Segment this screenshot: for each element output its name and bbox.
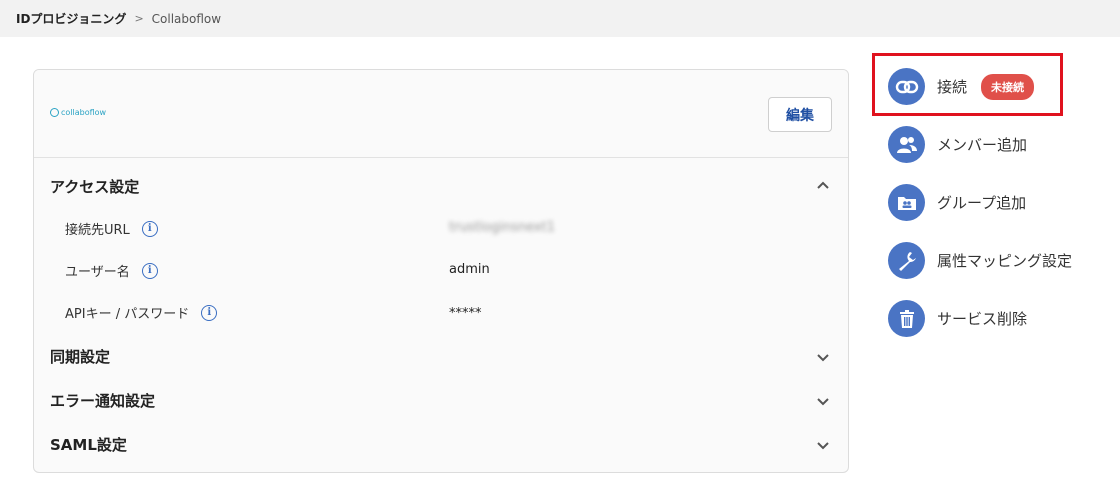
- group-folder-icon: [888, 184, 925, 221]
- connect-highlight-frame: [872, 53, 1063, 116]
- add-member-action[interactable]: メンバー追加: [888, 126, 1027, 163]
- field-username: ユーザー名 i: [65, 261, 158, 280]
- card-header: collaboflow 編集: [34, 70, 848, 158]
- field-url: 接続先URL i: [65, 219, 158, 238]
- add-group-action[interactable]: グループ追加: [888, 184, 1026, 221]
- delete-service-action[interactable]: サービス削除: [888, 300, 1027, 337]
- add-group-label: グループ追加: [937, 194, 1027, 212]
- attribute-mapping-action[interactable]: 属性マッピング設定: [888, 242, 1072, 279]
- chevron-down-icon[interactable]: [816, 351, 830, 365]
- edit-button[interactable]: 編集: [768, 97, 832, 132]
- chevron-up-icon[interactable]: [816, 178, 830, 192]
- wrench-icon: [888, 242, 925, 279]
- breadcrumb-separator: >: [134, 12, 144, 25]
- field-url-value: trustloginsnext1: [449, 220, 556, 235]
- field-username-value: admin: [449, 262, 490, 277]
- field-api-key-value: *****: [449, 306, 482, 321]
- chevron-down-icon[interactable]: [816, 395, 830, 409]
- delete-service-label: サービス削除: [937, 310, 1028, 328]
- field-url-label: 接続先URL: [65, 223, 130, 238]
- logo-text: collaboflow: [61, 108, 107, 117]
- chevron-down-icon[interactable]: [816, 439, 830, 453]
- section-saml-settings[interactable]: SAML設定: [50, 434, 127, 455]
- section-sync-settings[interactable]: 同期設定: [50, 346, 110, 367]
- field-api-key: APIキー / パスワード i: [65, 303, 218, 322]
- section-access-settings[interactable]: アクセス設定: [50, 176, 139, 197]
- info-icon[interactable]: i: [141, 262, 158, 279]
- service-settings-card: collaboflow 編集 アクセス設定 接続先URL i trustlogi…: [33, 69, 849, 473]
- field-username-label: ユーザー名: [65, 265, 130, 280]
- info-icon[interactable]: i: [141, 220, 158, 237]
- users-icon: [888, 126, 925, 163]
- logo-mark-icon: [50, 108, 59, 117]
- trash-icon: [888, 300, 925, 337]
- breadcrumb-current: Collaboflow: [151, 11, 222, 26]
- attribute-mapping-label: 属性マッピング設定: [937, 252, 1073, 270]
- breadcrumb: IDプロビジョニング > Collaboflow: [0, 0, 1120, 37]
- info-icon[interactable]: i: [201, 304, 218, 321]
- section-error-notify-settings[interactable]: エラー通知設定: [50, 390, 155, 411]
- field-api-key-label: APIキー / パスワード: [65, 307, 190, 322]
- breadcrumb-root-link[interactable]: IDプロビジョニング: [16, 10, 126, 27]
- add-member-label: メンバー追加: [937, 136, 1028, 154]
- collaboflow-logo: collaboflow: [50, 108, 106, 117]
